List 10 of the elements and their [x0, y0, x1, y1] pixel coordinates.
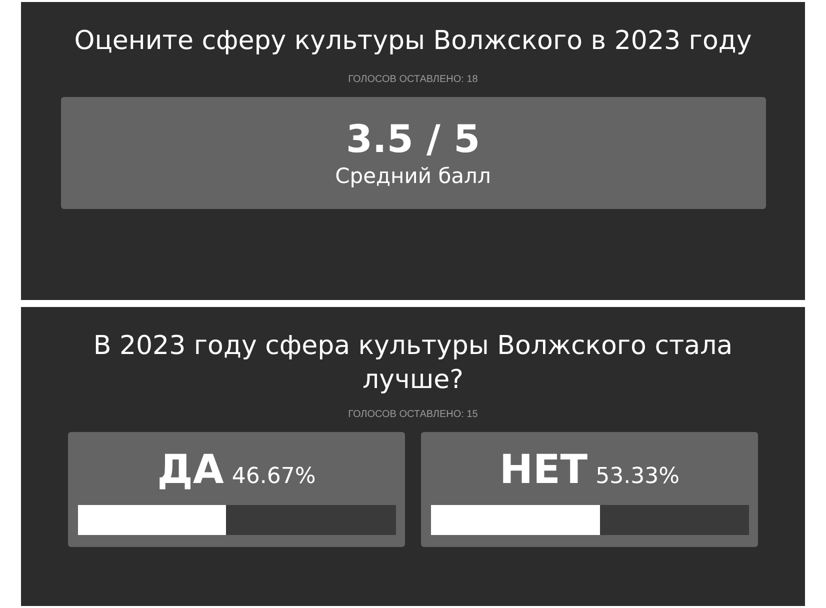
average-score: 3.5 / 5: [346, 116, 480, 162]
poll-title: В 2023 году сфера культуры Волжского стала лучше?: [92, 330, 734, 397]
vote-count: ГОЛОСОВ ОСТАВЛЕНО: 18: [348, 73, 478, 87]
option-percent: 53.33%: [596, 463, 680, 491]
vote-count: ГОЛОСОВ ОСТАВЛЕНО: 15: [348, 408, 478, 422]
option-percent: 46.67%: [232, 463, 316, 491]
poll-title: Оцените сферу культуры Волжского в 2023 году: [74, 25, 752, 58]
option-label: НЕТ: [500, 446, 588, 494]
option-label: ДА: [157, 446, 224, 494]
score-label: Средний балл: [335, 163, 491, 190]
